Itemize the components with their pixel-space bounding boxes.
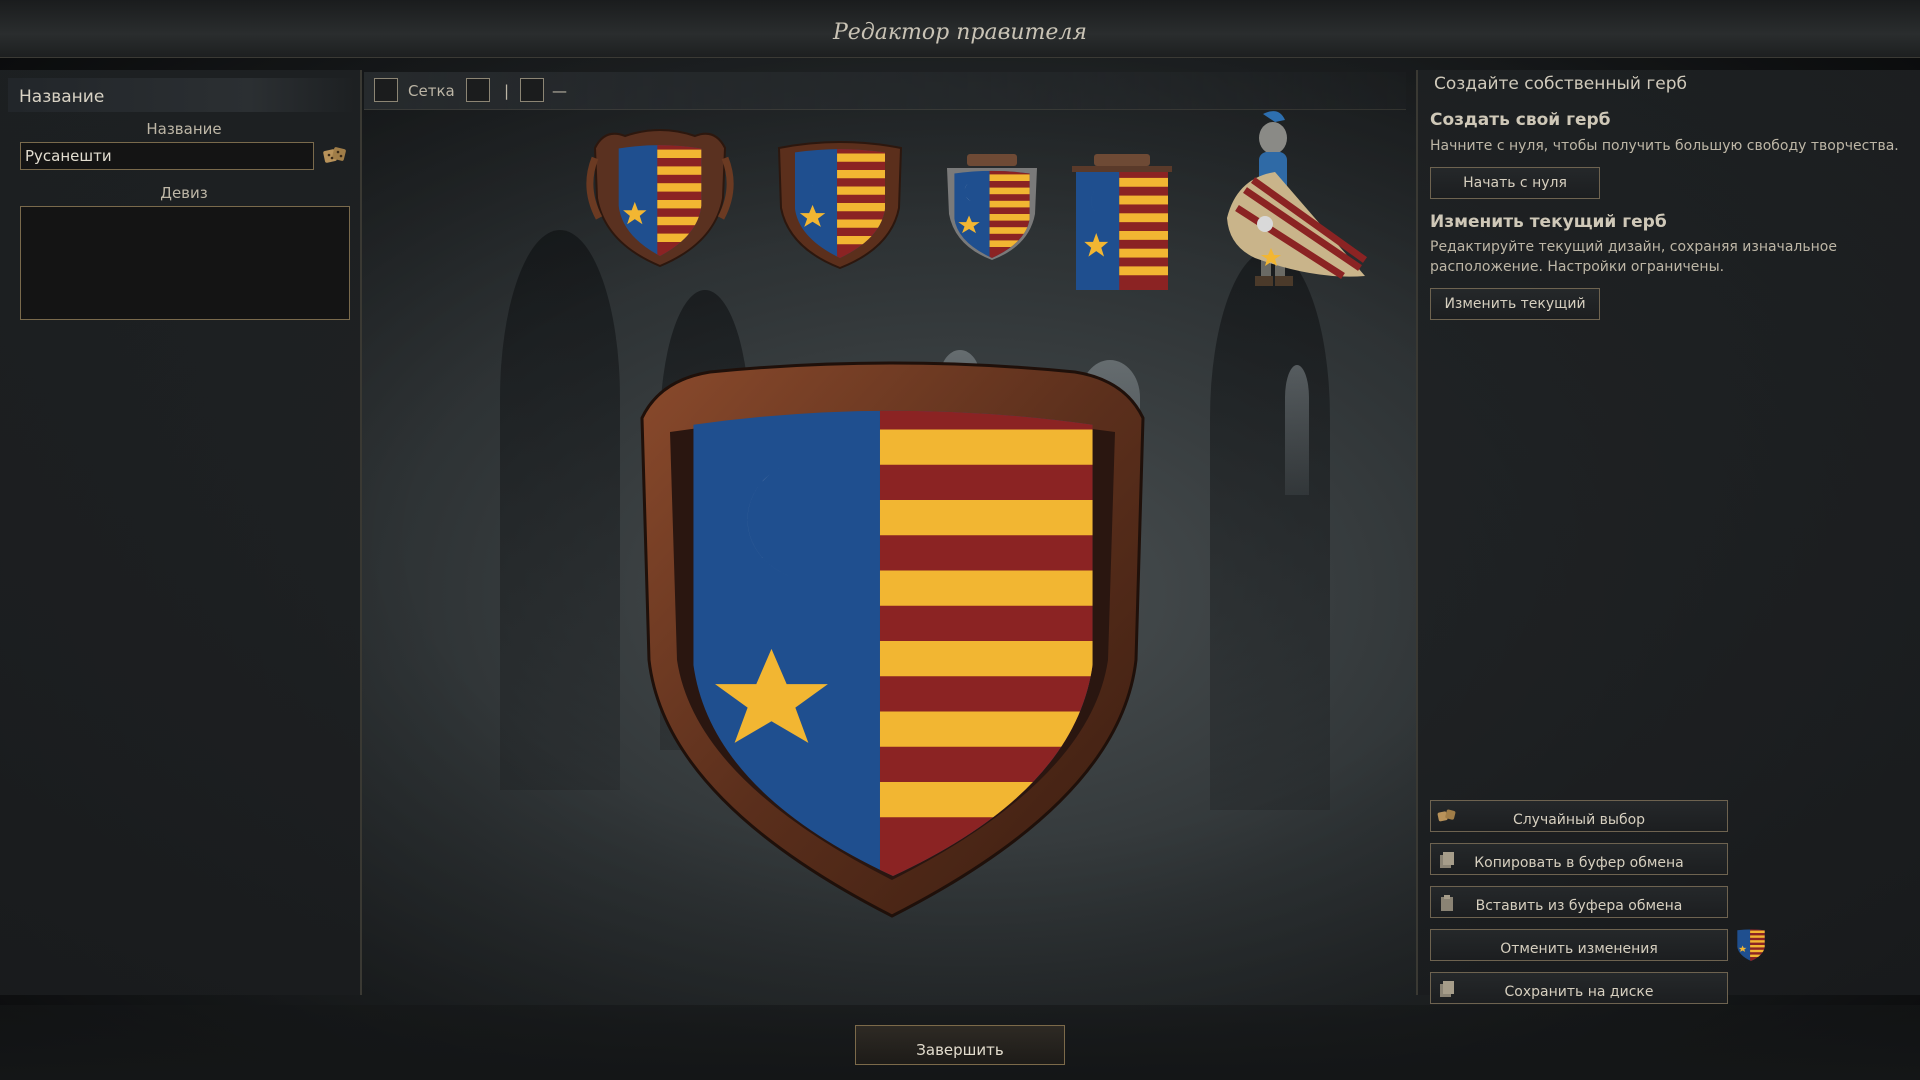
left-panel: Название Название Девиз <box>0 70 362 995</box>
grid-label: Сетка <box>408 82 455 100</box>
edit-current-button[interactable]: Изменить текущий <box>1430 288 1600 320</box>
dice-icon <box>1437 809 1456 822</box>
preview-shield-heater[interactable] <box>775 138 905 270</box>
name-input[interactable] <box>20 142 314 170</box>
editor-toolbar: Сетка | — <box>364 72 1406 110</box>
original-coat-thumbnail <box>1736 929 1766 961</box>
paste-from-clipboard-label: Вставить из буфера обмена <box>1475 897 1683 914</box>
preview-soldier[interactable] <box>1215 108 1375 348</box>
undo-changes-button[interactable]: Отменить изменения <box>1430 929 1728 961</box>
grid-checkbox[interactable] <box>374 78 398 102</box>
title-bar: Редактор правителя <box>0 0 1920 58</box>
clipboard-copy-icon <box>1440 852 1454 868</box>
right-panel: Создайте собственный герб Создать свой г… <box>1416 70 1920 1004</box>
motto-input[interactable] <box>20 206 350 320</box>
create-coat-desc: Начните с нуля, чтобы получить большую с… <box>1430 138 1899 154</box>
dice-icon <box>323 147 346 163</box>
left-panel-header: Название <box>8 78 354 112</box>
preview-shield-ornate[interactable] <box>585 128 735 270</box>
create-coat-title: Создать свой герб <box>1430 110 1611 130</box>
right-panel-header: Создайте собственный герб <box>1434 74 1688 94</box>
preview-shield-small[interactable] <box>945 152 1039 262</box>
edit-coat-title: Изменить текущий герб <box>1430 212 1667 232</box>
finish-button[interactable]: Завершить <box>855 1025 1065 1065</box>
copy-to-clipboard-label: Копировать в буфер обмена <box>1474 854 1684 871</box>
save-to-disk-label: Сохранить на диске <box>1504 983 1654 1000</box>
save-icon <box>1440 981 1454 997</box>
copy-to-clipboard-button[interactable]: Копировать в буфер обмена <box>1430 843 1728 875</box>
page-title: Редактор правителя <box>833 20 1087 45</box>
save-to-disk-button[interactable]: Сохранить на диске <box>1430 972 1728 1004</box>
vertical-symmetry-label: | <box>504 82 510 100</box>
random-choice-label: Случайный выбор <box>1512 811 1646 828</box>
name-label: Название <box>146 120 222 138</box>
undo-changes-label: Отменить изменения <box>1500 940 1658 957</box>
preview-banner[interactable] <box>1070 152 1174 292</box>
horizontal-symmetry-checkbox[interactable] <box>520 78 544 102</box>
vertical-symmetry-checkbox[interactable] <box>466 78 490 102</box>
start-from-scratch-button[interactable]: Начать с нуля <box>1430 167 1600 199</box>
main-coat-of-arms[interactable] <box>620 360 1165 920</box>
motto-label: Девиз <box>160 184 208 202</box>
horizontal-symmetry-label: — <box>552 82 567 100</box>
edit-coat-desc: Редактируйте текущий дизайн, сохраняя из… <box>1430 239 1837 275</box>
clipboard-paste-icon <box>1441 895 1453 911</box>
random-choice-button[interactable]: Случайный выбор <box>1430 800 1728 832</box>
randomize-name-button[interactable] <box>322 144 348 168</box>
paste-from-clipboard-button[interactable]: Вставить из буфера обмена <box>1430 886 1728 918</box>
